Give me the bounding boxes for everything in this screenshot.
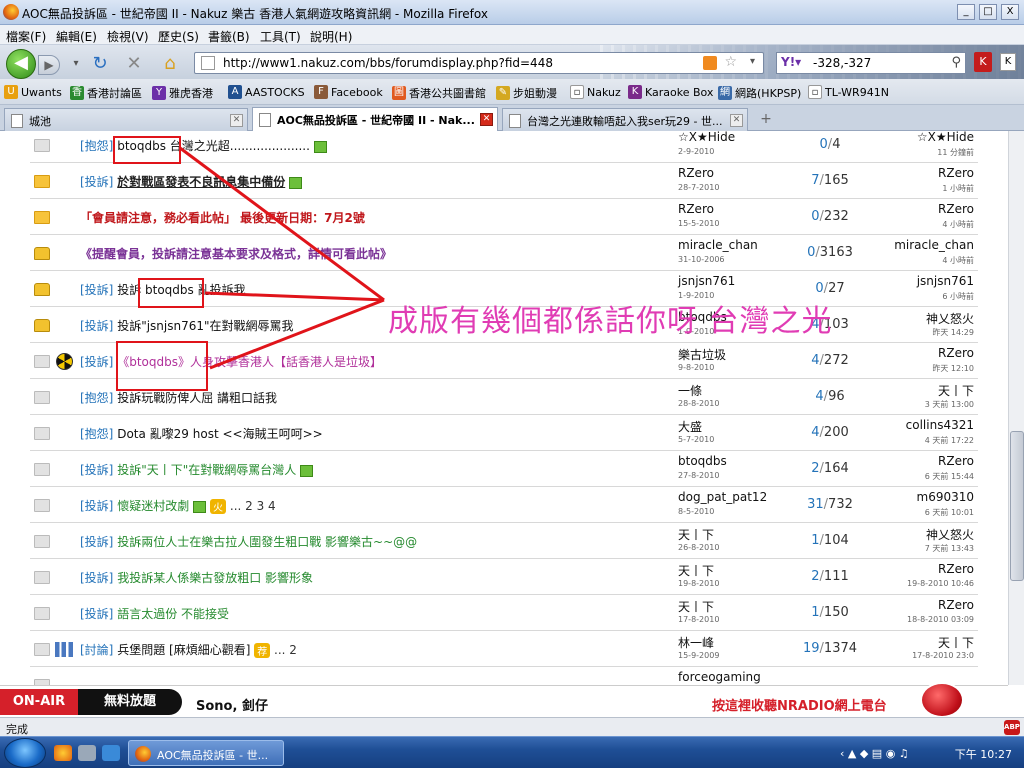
windows-taskbar: AOC無品投訴區 - 世... ‹ ▲ ◆ ▤ ◉ ♫ 下午 10:27: [0, 736, 1024, 768]
annotation-text: 成版有幾個都係話你呀 台灣之光: [388, 304, 833, 339]
quicklaunch-drive-icon[interactable]: [78, 745, 96, 761]
adblock-icon[interactable]: ABP: [1004, 720, 1020, 735]
system-tray[interactable]: ‹ ▲ ◆ ▤ ◉ ♫: [840, 747, 909, 760]
status-text: 完成: [6, 723, 28, 736]
highlight-box: [113, 136, 181, 164]
taskbar-label: AOC無品投訴區 - 世...: [157, 749, 269, 762]
annotation-line: [204, 291, 385, 302]
highlight-box: [116, 341, 208, 391]
radio-bar: ON-AIR 無料放題 Sono, 釗仔 按這裡收聽NRADIO網上電台: [0, 682, 1008, 718]
start-button[interactable]: [4, 738, 46, 768]
quicklaunch-desktop-icon[interactable]: [102, 745, 120, 761]
quicklaunch-firefox-icon[interactable]: [54, 745, 72, 761]
taskbar-firefox-button[interactable]: AOC無品投訴區 - 世...: [128, 740, 284, 766]
status-bar: 完成 ABP: [0, 717, 1024, 736]
radio-promo-link[interactable]: 按這裡收聽NRADIO網上電台: [712, 695, 887, 714]
annotation-line: [209, 298, 385, 370]
clock: 下午 10:27: [954, 748, 1012, 761]
onair-label: ON-AIR: [0, 689, 78, 715]
song-title: Sono, 釗仔: [196, 699, 268, 714]
free-play-label: 無料放題: [78, 689, 182, 715]
annotation-line: [179, 146, 385, 302]
radio-ball-icon[interactable]: [920, 682, 964, 718]
firefox-icon: [135, 746, 151, 762]
highlight-box: [138, 278, 204, 308]
